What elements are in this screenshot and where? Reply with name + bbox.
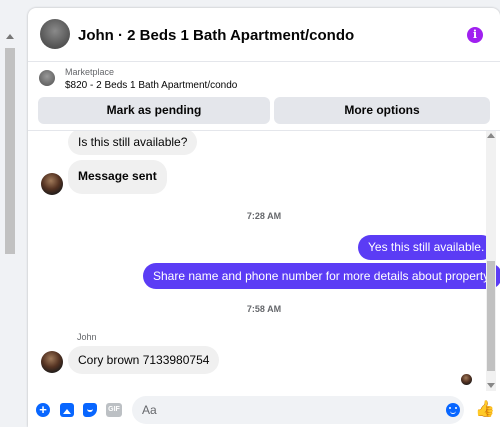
scroll-up-arrow-icon[interactable] [6, 34, 14, 39]
listing-avatar[interactable] [40, 19, 70, 49]
marketplace-source-label: Marketplace [65, 67, 115, 77]
sticker-icon[interactable] [83, 403, 97, 417]
mark-as-pending-button[interactable]: Mark as pending [38, 97, 270, 124]
messenger-page: John · 2 Beds 1 Bath Apartment/condo i M… [0, 0, 500, 427]
seen-receipt-avatar [461, 374, 472, 385]
photo-icon[interactable] [60, 403, 74, 417]
emoji-icon[interactable] [446, 403, 460, 417]
chat-title[interactable]: John · 2 Beds 1 Bath Apartment/condo [78, 27, 354, 44]
message-bubble-outgoing[interactable]: Yes this still available. [358, 235, 495, 260]
message-bubble-incoming[interactable]: Message sent [68, 160, 167, 194]
message-composer: + GIF Aa 👍 [28, 391, 500, 427]
gif-icon[interactable]: GIF [106, 403, 122, 417]
page-scrollbar-thumb[interactable] [5, 48, 15, 254]
message-timestamp: 7:28 AM [246, 211, 282, 221]
thread-scrollbar-thumb[interactable] [487, 261, 495, 371]
scroll-down-arrow-icon[interactable] [487, 383, 495, 388]
chat-header: John · 2 Beds 1 Bath Apartment/condo i [28, 8, 500, 62]
thread-scrollbar[interactable] [486, 131, 496, 391]
thumbs-up-icon[interactable]: 👍 [475, 401, 495, 418]
page-scrollbar[interactable] [4, 34, 16, 427]
message-bubble-incoming[interactable]: Cory brown 7133980754 [68, 346, 220, 374]
info-icon[interactable]: i [467, 27, 483, 43]
sender-avatar[interactable] [41, 351, 63, 373]
message-thread[interactable]: Is this still available? Message sent 7:… [28, 131, 500, 391]
plus-icon[interactable]: + [36, 403, 50, 417]
scroll-up-arrow-icon[interactable] [487, 133, 495, 138]
marketplace-thumbnail[interactable] [39, 70, 55, 86]
sender-avatar[interactable] [41, 173, 63, 195]
marketplace-panel: Marketplace $820 - 2 Beds 1 Bath Apartme… [28, 63, 500, 131]
message-input[interactable]: Aa [132, 396, 464, 424]
listing-summary[interactable]: $820 - 2 Beds 1 Bath Apartment/condo [65, 80, 237, 91]
chat-window: John · 2 Beds 1 Bath Apartment/condo i M… [28, 8, 500, 427]
message-bubble-incoming[interactable]: Is this still available? [68, 131, 198, 155]
sender-name: John [77, 332, 97, 342]
message-timestamp: 7:58 AM [246, 304, 282, 314]
message-bubble-outgoing[interactable]: Share name and phone number for more det… [143, 263, 500, 289]
message-input-placeholder: Aa [142, 403, 157, 417]
more-options-button[interactable]: More options [274, 97, 490, 124]
